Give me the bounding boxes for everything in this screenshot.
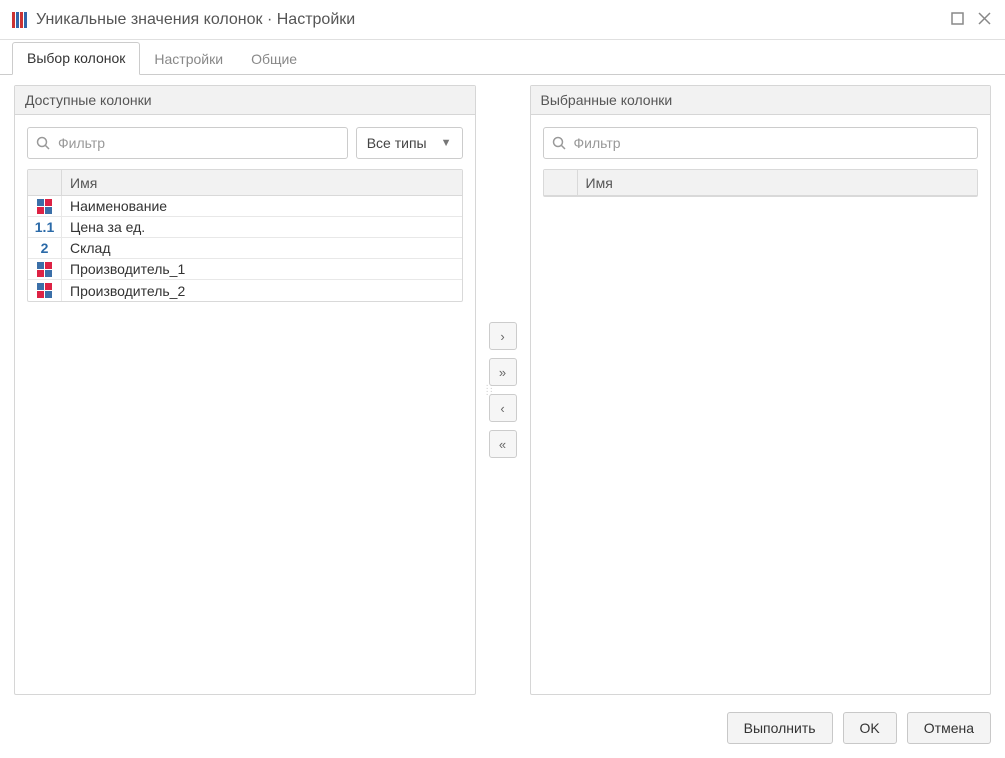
type-filter-label: Все типы (367, 135, 427, 151)
move-all-left-button[interactable]: « (489, 430, 517, 458)
move-left-button[interactable]: ‹ (489, 394, 517, 422)
search-icon (36, 136, 50, 153)
selected-table: Имя (543, 169, 979, 197)
footer: Выполнить OK Отмена (0, 702, 1005, 758)
table-row[interactable]: Производитель_2 (28, 280, 462, 301)
col-header-name: Имя (578, 175, 621, 191)
row-name: Склад (62, 240, 119, 256)
selected-panel: Выбранные колонки Имя (530, 85, 992, 695)
move-right-button[interactable]: › (489, 322, 517, 350)
mover-controls: · ·· ·· ·· · › » ‹ « (484, 85, 522, 695)
row-name: Наименование (62, 198, 175, 214)
available-table-header: Имя (28, 170, 462, 196)
row-name: Производитель_2 (62, 283, 193, 299)
type-filter-dropdown[interactable]: Все типы ▼ (356, 127, 463, 159)
ok-button[interactable]: OK (843, 712, 897, 744)
available-filter-wrap (27, 127, 348, 159)
window-title: Уникальные значения колонок · Настройки (36, 11, 951, 29)
selected-filter-input[interactable] (543, 127, 979, 159)
chevron-down-icon: ▼ (441, 137, 452, 149)
tab-settings[interactable]: Настройки (140, 44, 237, 75)
row-name: Производитель_1 (62, 261, 193, 277)
table-row[interactable]: Производитель_1 (28, 259, 462, 280)
selected-filter-wrap (543, 127, 979, 159)
available-panel-title: Доступные колонки (15, 86, 475, 115)
available-table: Имя Наименование1.1Цена за ед.2СкладПрои… (27, 169, 463, 302)
type-icon (28, 196, 62, 216)
selected-table-header: Имя (544, 170, 978, 196)
cancel-button[interactable]: Отмена (907, 712, 991, 744)
table-row[interactable]: 1.1Цена за ед. (28, 217, 462, 238)
type-icon: 1.1 (28, 217, 62, 237)
titlebar: Уникальные значения колонок · Настройки (0, 0, 1005, 40)
type-icon: 2 (28, 238, 62, 258)
row-name: Цена за ед. (62, 219, 153, 235)
available-panel: Доступные колонки Все типы ▼ Имя (14, 85, 476, 695)
tab-general[interactable]: Общие (237, 44, 311, 75)
table-row[interactable]: Наименование (28, 196, 462, 217)
col-header-name: Имя (62, 175, 105, 191)
selected-panel-title: Выбранные колонки (531, 86, 991, 115)
run-button[interactable]: Выполнить (727, 712, 833, 744)
type-icon (28, 280, 62, 301)
available-filter-input[interactable] (27, 127, 348, 159)
app-icon (12, 12, 28, 28)
move-all-right-button[interactable]: » (489, 358, 517, 386)
tabbar: Выбор колонок Настройки Общие (0, 40, 1005, 75)
content-area: Доступные колонки Все типы ▼ Имя (0, 75, 1005, 705)
maximize-icon[interactable] (951, 12, 964, 28)
type-icon (28, 259, 62, 279)
tab-columns[interactable]: Выбор колонок (12, 42, 140, 75)
close-icon[interactable] (978, 12, 991, 28)
search-icon (552, 136, 566, 153)
table-row[interactable]: 2Склад (28, 238, 462, 259)
